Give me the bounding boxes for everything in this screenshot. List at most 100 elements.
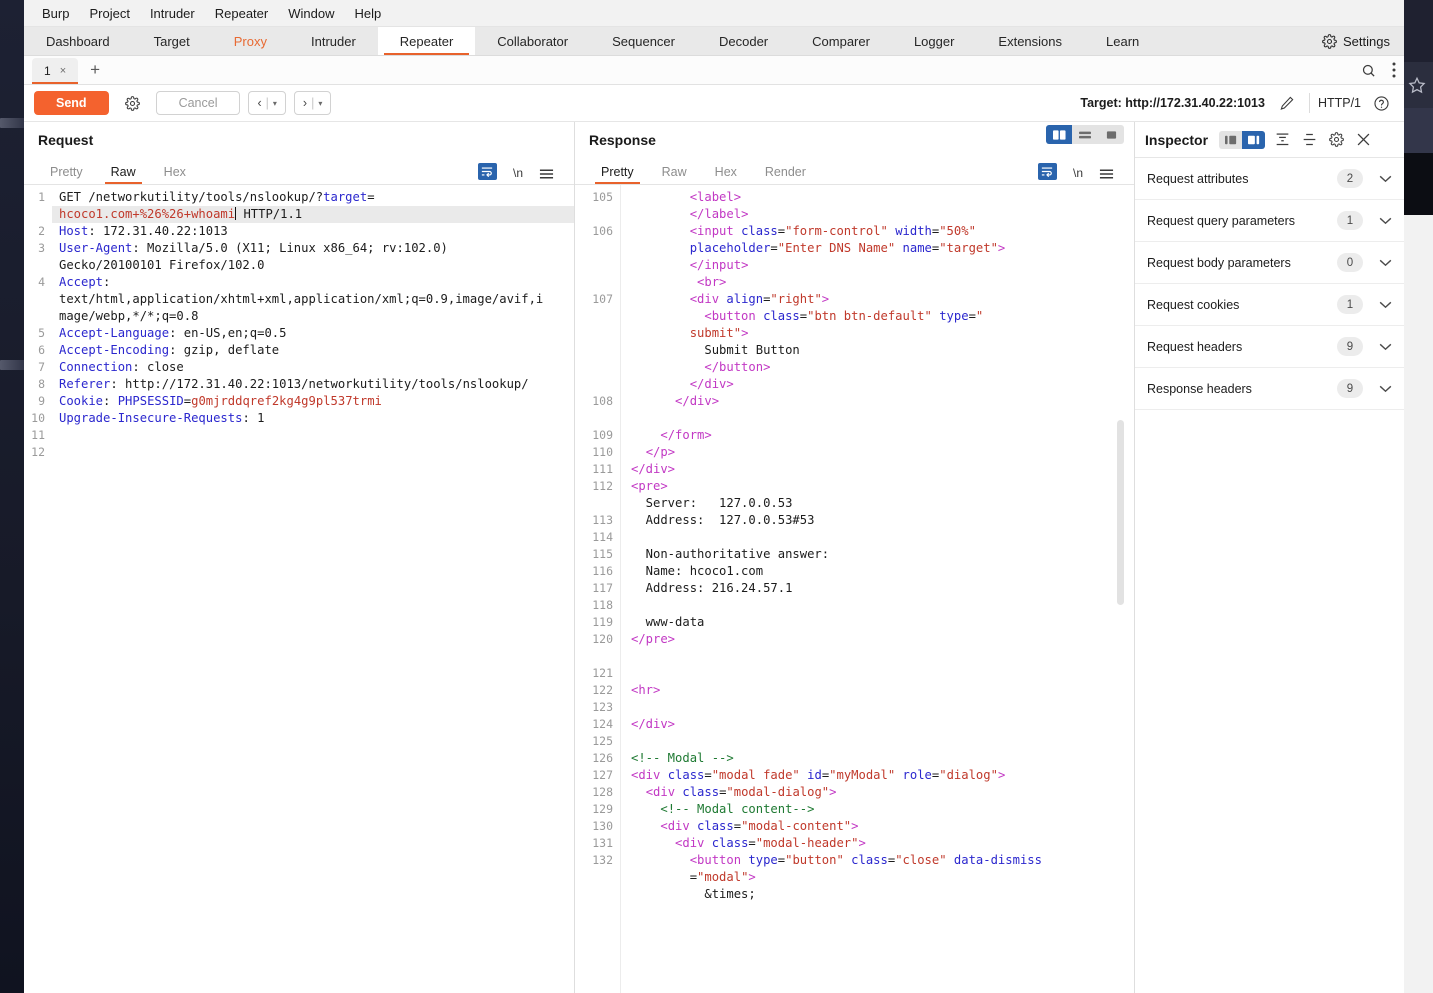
tab-intruder[interactable]: Intruder	[289, 27, 378, 55]
layout-tabbed-button[interactable]	[1098, 125, 1124, 144]
tab-learn[interactable]: Learn	[1084, 27, 1161, 55]
show-newlines-toggle[interactable]: \n	[505, 166, 531, 184]
code-line[interactable]: Address: 127.0.0.53#53	[621, 512, 1134, 529]
code-line[interactable]: Accept-Language: en-US,en;q=0.5	[52, 325, 574, 342]
code-line[interactable]: User-Agent: Mozilla/5.0 (X11; Linux x86_…	[52, 240, 574, 257]
inspector-section-row[interactable]: Request cookies 1	[1135, 284, 1404, 326]
code-line[interactable]: </pre>	[621, 631, 1134, 648]
search-icon[interactable]	[1353, 56, 1384, 84]
tab-sequencer[interactable]: Sequencer	[590, 27, 697, 55]
code-line[interactable]: hcoco1.com+%26%26+whoami HTTP/1.1	[52, 206, 574, 223]
code-line[interactable]: Name: hcoco1.com	[621, 563, 1134, 580]
background-browser-window[interactable]	[1400, 0, 1433, 993]
tab-repeater[interactable]: Repeater	[377, 27, 476, 55]
code-line[interactable]: <hr>	[621, 682, 1134, 699]
menu-item-repeater[interactable]: Repeater	[205, 4, 278, 23]
tab-dashboard[interactable]: Dashboard	[24, 27, 132, 55]
code-line[interactable]: Address: 216.24.57.1	[621, 580, 1134, 597]
code-line[interactable]: Upgrade-Insecure-Requests: 1	[52, 410, 574, 427]
dock-left-button[interactable]	[1219, 130, 1243, 149]
request-code[interactable]: GET /networkutility/tools/nslookup/?targ…	[52, 185, 574, 993]
code-line[interactable]: </div>	[621, 393, 1134, 410]
menu-item-intruder[interactable]: Intruder	[140, 4, 205, 23]
tab-proxy[interactable]: Proxy	[212, 27, 289, 55]
code-line[interactable]: placeholder="Enter DNS Name" name="targe…	[621, 240, 1134, 257]
code-line[interactable]	[52, 444, 574, 461]
code-line[interactable]: <button class="btn btn-default" type="	[621, 308, 1134, 325]
chevron-down-icon[interactable]	[1379, 217, 1392, 225]
response-menu-icon[interactable]	[1091, 168, 1122, 184]
code-line[interactable]	[621, 597, 1134, 614]
response-scrollbar[interactable]	[1117, 420, 1124, 605]
close-inspector-icon[interactable]	[1353, 132, 1373, 147]
code-line[interactable]: Referer: http://172.31.40.22:1013/networ…	[52, 376, 574, 393]
code-line[interactable]	[621, 648, 1134, 665]
send-button[interactable]: Send	[34, 91, 109, 115]
code-line[interactable]: </input>	[621, 257, 1134, 274]
code-line[interactable]: GET /networkutility/tools/nslookup/?targ…	[52, 189, 574, 206]
code-line[interactable]: </div>	[621, 461, 1134, 478]
code-line[interactable]: Submit Button	[621, 342, 1134, 359]
code-line[interactable]: Host: 172.31.40.22:1013	[52, 223, 574, 240]
send-settings-button[interactable]	[116, 91, 148, 115]
code-line[interactable]: </label>	[621, 206, 1134, 223]
inspector-section-row[interactable]: Request query parameters 1	[1135, 200, 1404, 242]
layout-side-by-side-button[interactable]	[1046, 125, 1072, 144]
request-tab-raw[interactable]: Raw	[97, 165, 150, 184]
code-line[interactable]: </div>	[621, 716, 1134, 733]
layout-stacked-button[interactable]	[1072, 125, 1098, 144]
tab-collaborator[interactable]: Collaborator	[475, 27, 590, 55]
code-line[interactable]: <div class="modal fade" id="myModal" rol…	[621, 767, 1134, 784]
inspector-section-row[interactable]: Request attributes 2	[1135, 158, 1404, 200]
code-line[interactable]: <div class="modal-dialog">	[621, 784, 1134, 801]
code-line[interactable]	[621, 733, 1134, 750]
response-tab-hex[interactable]: Hex	[701, 165, 751, 184]
menu-item-window[interactable]: Window	[278, 4, 344, 23]
more-options-icon[interactable]	[1384, 56, 1404, 84]
code-line[interactable]: <div class="modal-content">	[621, 818, 1134, 835]
code-line[interactable]: Gecko/20100101 Firefox/102.0	[52, 257, 574, 274]
code-line[interactable]: text/html,application/xhtml+xml,applicat…	[52, 291, 574, 308]
request-tab-hex[interactable]: Hex	[150, 165, 200, 184]
code-line[interactable]: ="modal">	[621, 869, 1134, 886]
code-line[interactable]: &times;	[621, 886, 1134, 903]
code-line[interactable]: Server: 127.0.0.53	[621, 495, 1134, 512]
tab-extensions[interactable]: Extensions	[976, 27, 1084, 55]
response-word-wrap-toggle[interactable]	[1030, 163, 1065, 184]
word-wrap-toggle[interactable]	[470, 163, 505, 184]
code-line[interactable]: mage/webp,*/*;q=0.8	[52, 308, 574, 325]
menu-item-burp[interactable]: Burp	[32, 4, 79, 23]
help-icon[interactable]	[1369, 95, 1394, 112]
cancel-button[interactable]: Cancel	[155, 91, 241, 115]
inspector-settings-icon[interactable]	[1326, 132, 1346, 147]
history-back-button[interactable]: ‹ | ▾	[248, 91, 286, 115]
edit-target-icon[interactable]	[1273, 95, 1301, 111]
bookmark-star-icon[interactable]	[1408, 76, 1426, 94]
chevron-down-icon[interactable]	[1379, 301, 1392, 309]
code-line[interactable]: <!-- Modal content-->	[621, 801, 1134, 818]
expand-all-icon[interactable]	[1299, 132, 1319, 147]
request-editor[interactable]: 1 2 3 4 5 6 7 8 9 10 11 12 GET /networkutility/tool…	[24, 185, 574, 993]
code-line[interactable]: Non-authoritative answer:	[621, 546, 1134, 563]
code-line[interactable]: </button>	[621, 359, 1134, 376]
menu-item-project[interactable]: Project	[79, 4, 139, 23]
response-show-newlines-toggle[interactable]: \n	[1065, 166, 1091, 184]
response-code[interactable]: <label> </label> <input class="form-cont…	[621, 185, 1134, 993]
code-line[interactable]	[621, 699, 1134, 716]
inspector-section-row[interactable]: Response headers 9	[1135, 368, 1404, 410]
tab-comparer[interactable]: Comparer	[790, 27, 892, 55]
code-line[interactable]: Connection: close	[52, 359, 574, 376]
settings-button[interactable]: Settings	[1316, 27, 1404, 55]
chevron-down-icon[interactable]	[1379, 175, 1392, 183]
code-line[interactable]: <br>	[621, 274, 1134, 291]
code-line[interactable]: <label>	[621, 189, 1134, 206]
dock-right-button[interactable]	[1242, 130, 1266, 149]
tab-decoder[interactable]: Decoder	[697, 27, 790, 55]
code-line[interactable]: <button type="button" class="close" data…	[621, 852, 1134, 869]
add-tab-button[interactable]: +	[78, 56, 112, 84]
code-line[interactable]: Cookie: PHPSESSID=g0mjrddqref2kg4g9pl537…	[52, 393, 574, 410]
code-line[interactable]	[52, 427, 574, 444]
repeater-tab-1[interactable]: 1 ×	[32, 58, 79, 84]
http-version-label[interactable]: HTTP/1	[1318, 96, 1361, 110]
code-line[interactable]	[621, 410, 1134, 427]
